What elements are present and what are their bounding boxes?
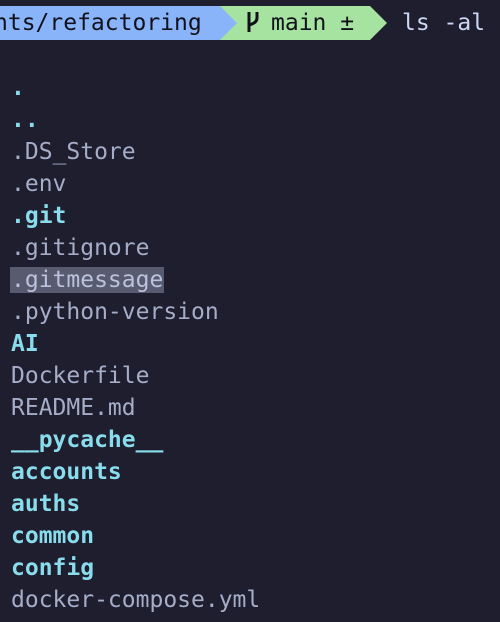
directory-entry: common xyxy=(10,520,261,552)
entry-name: AI xyxy=(11,331,39,357)
entry-name: . xyxy=(11,75,25,101)
entry-name: Dockerfile xyxy=(11,363,150,389)
directory-entry: .git xyxy=(10,200,261,232)
entry-name: config xyxy=(11,555,95,581)
directory-entry: __pycache__ xyxy=(10,424,261,456)
file-entry: .gitignore xyxy=(10,232,261,264)
directory-listing: ... .DS_Store .env .git .gitignore .gitmessag… xyxy=(10,72,261,616)
file-entry: docker-compose.yml xyxy=(10,584,261,616)
directory-entry: .. xyxy=(10,104,261,136)
file-entry: .gitmessage xyxy=(10,264,261,296)
entry-name: .git xyxy=(11,203,67,229)
powerline-separator xyxy=(370,6,387,40)
prompt-git-segment: main ± xyxy=(237,6,370,40)
entry-name: .DS_Store xyxy=(11,139,136,165)
prompt-path-segment: nts/refactoring xyxy=(0,6,220,40)
entry-name: README.md xyxy=(11,395,136,421)
git-branch-icon xyxy=(245,10,261,34)
entry-name: .gitignore xyxy=(11,235,150,261)
entry-name: common xyxy=(11,523,95,549)
file-entry: .env xyxy=(10,168,261,200)
prompt-branch: main ± xyxy=(271,10,355,36)
entry-name: .. xyxy=(11,107,39,133)
powerline-separator xyxy=(220,6,237,40)
file-entry: Dockerfile xyxy=(10,360,261,392)
entry-name: docker-compose.yml xyxy=(11,587,261,613)
command-text: ls -al xyxy=(402,10,486,36)
entry-name: __pycache__ xyxy=(11,427,164,453)
entry-name: auths xyxy=(11,491,81,517)
terminal-window[interactable]: nts/refactoring main ± ls -al ... .DS_Sto… xyxy=(0,0,500,622)
directory-entry: . xyxy=(10,72,261,104)
file-entry: .python-version xyxy=(10,296,261,328)
directory-entry: AI xyxy=(10,328,261,360)
entry-name: .gitmessage xyxy=(10,267,165,293)
entry-name: accounts xyxy=(11,459,122,485)
shell-prompt: nts/refactoring main ± ls -al xyxy=(0,6,500,40)
entry-name: .env xyxy=(11,171,67,197)
directory-entry: config xyxy=(10,552,261,584)
directory-entry: accounts xyxy=(10,456,261,488)
prompt-path: nts/refactoring xyxy=(0,10,202,36)
file-entry: README.md xyxy=(10,392,261,424)
directory-entry: auths xyxy=(10,488,261,520)
file-entry: .DS_Store xyxy=(10,136,261,168)
entry-name: .python-version xyxy=(11,299,219,325)
